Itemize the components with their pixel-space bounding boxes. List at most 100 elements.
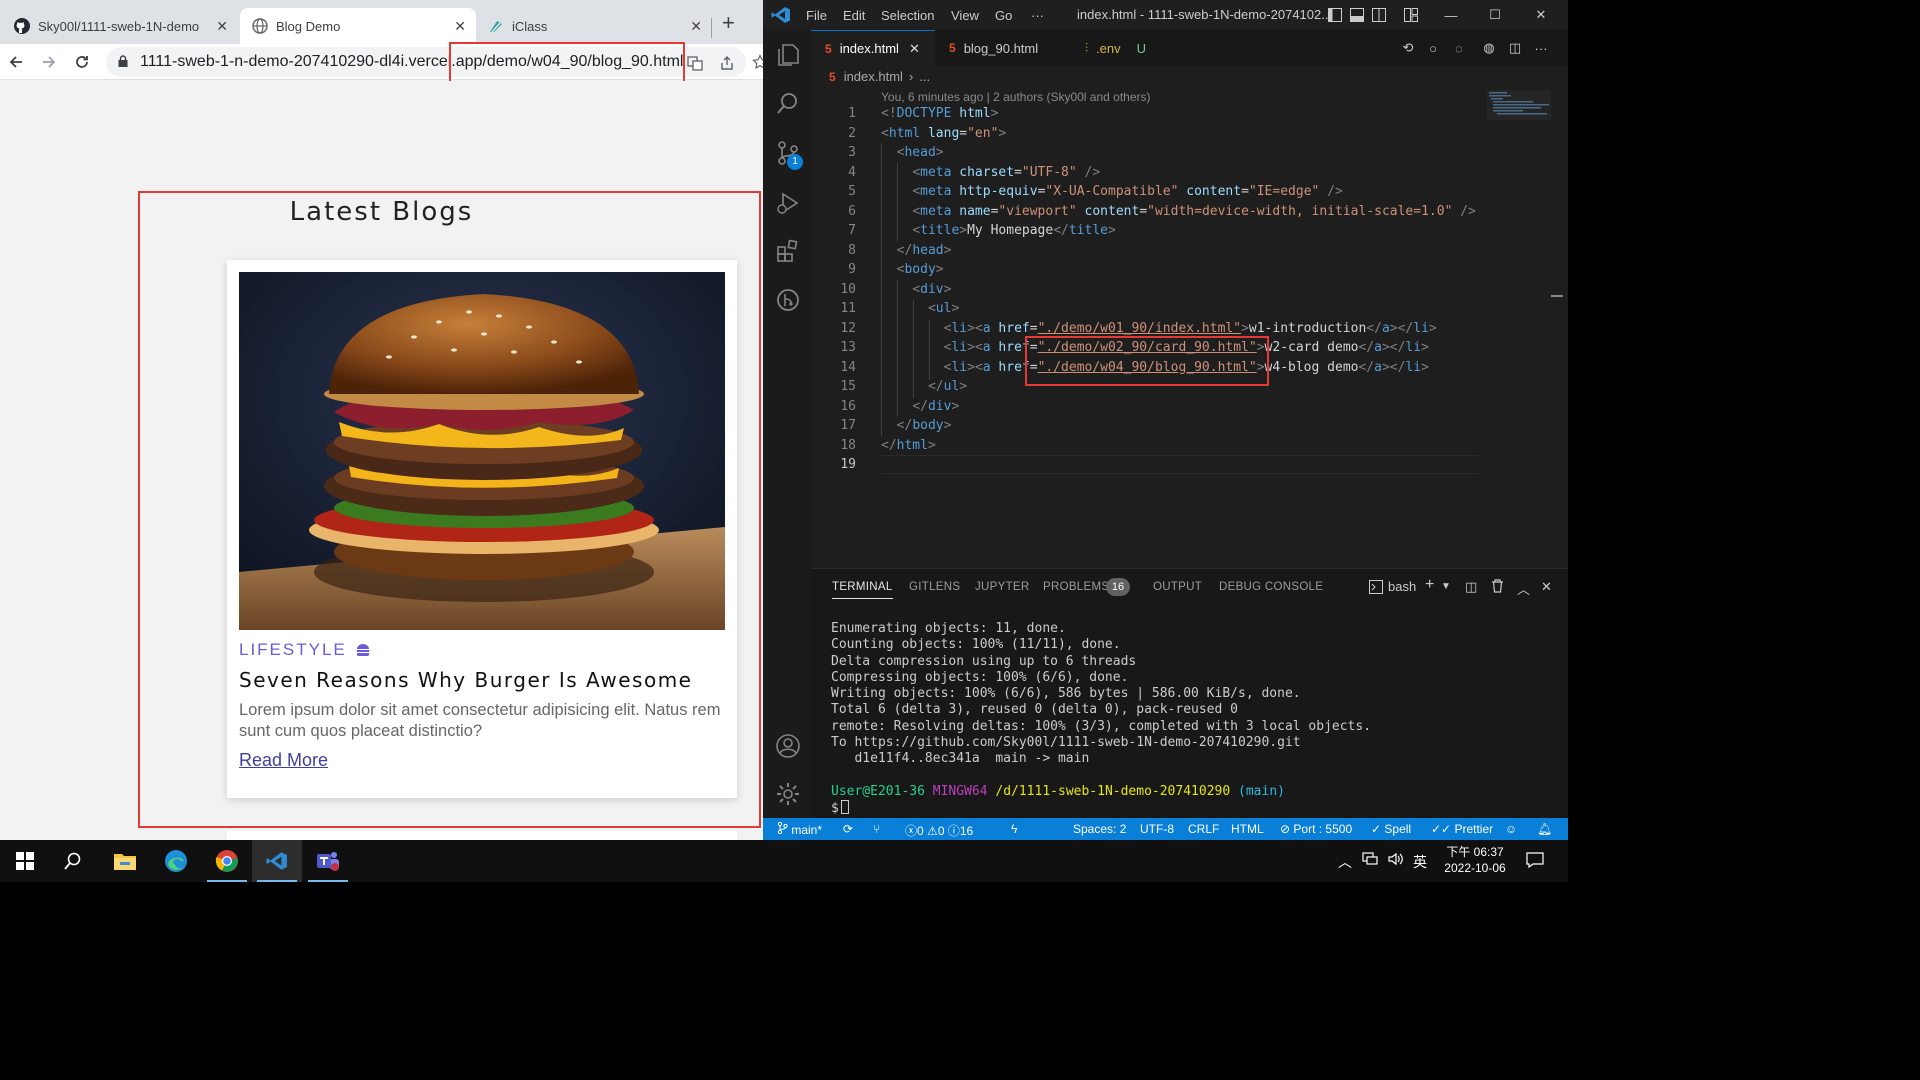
close-panel-icon[interactable]: ✕ [1541,579,1552,595]
breadcrumb-more[interactable]: ... [919,69,930,84]
tab-index-html[interactable]: 5 index.html ✕ [811,30,935,66]
split-terminal-icon[interactable]: ◫ [1465,579,1477,595]
live-server-status[interactable]: ⊘ Port : 5500 [1280,822,1352,836]
account-icon[interactable] [775,733,801,759]
settings-gear-icon[interactable] [775,781,801,807]
sync-icon[interactable]: ⟳ [843,822,853,836]
eol-status[interactable]: CRLF [1188,822,1219,836]
panel-tab-gitlens[interactable]: GITLENS [909,581,960,593]
customize-layout-icon[interactable] [1403,7,1419,23]
menu-view[interactable]: View [951,8,979,23]
show-hidden-icons[interactable]: ︿ [1338,852,1352,872]
reload-icon[interactable] [70,50,94,74]
browser-tab-github[interactable]: Sky00l/1111-sweb-1N-demo ✕ [2,8,238,44]
search-icon[interactable] [48,840,98,882]
lightning-icon[interactable]: ϟ [1011,822,1017,836]
share-icon[interactable] [718,54,736,72]
extensions-icon[interactable] [775,238,801,264]
panel-tab-problems[interactable]: PROBLEMS [1043,581,1109,593]
back-icon[interactable] [4,50,28,74]
code-annotation-box [1025,336,1269,386]
close-icon[interactable]: ✕ [690,18,702,35]
bookmark-star-icon[interactable] [748,50,763,74]
panel-tab-debug-console[interactable]: DEBUG CONSOLE [1219,581,1323,593]
toggle-sidebar-icon[interactable] [1327,7,1343,23]
tab-env[interactable]: ⫶ .env U [1071,30,1181,66]
translate-icon[interactable] [686,54,704,72]
chevron-down-icon[interactable]: ▼ [1441,581,1451,592]
panel-tab-jupyter[interactable]: JUPYTER [975,581,1030,593]
notification-center-icon[interactable] [1526,852,1544,871]
codelens-blame[interactable]: You, 6 minutes ago | 2 authors (Sky00l a… [881,90,1151,104]
gitlens-icon[interactable] [775,287,801,313]
panel-tab-output[interactable]: OUTPUT [1153,581,1202,593]
browser-tab-iclass[interactable]: iClass ✕ [476,8,712,44]
minimap[interactable] [1487,90,1551,120]
terminal-line: To https://github.com/Sky00l/1111-sweb-1… [831,735,1301,751]
volume-icon[interactable] [1388,852,1404,869]
spell-status[interactable]: ✓ Spell [1371,822,1411,836]
maximize-icon[interactable]: ☐ [1487,7,1503,23]
menu-edit[interactable]: Edit [843,8,865,23]
search-icon[interactable] [775,90,801,116]
terminal-selector[interactable]: bash [1369,579,1416,594]
read-more-link[interactable]: Read More [239,750,328,771]
more-actions-icon[interactable]: ··· [1533,40,1549,56]
gitlens-status-icon[interactable]: ⑂ [873,822,880,836]
start-icon[interactable] [0,840,50,882]
terminal-icon [1369,579,1383,594]
run-debug-icon[interactable] [775,190,801,216]
teams-icon[interactable] [303,840,353,882]
problems-status[interactable]: ⓧ0 ⚠0 ⓘ16 [905,822,973,839]
menu-selection[interactable]: Selection [881,8,934,23]
edge-icon[interactable] [151,840,201,882]
code-line: <!DOCTYPE html> [881,106,999,121]
menu-more[interactable]: ··· [1031,8,1044,23]
input-method-indicator[interactable]: 英 [1413,852,1427,872]
panel-tab-terminal[interactable]: TERMINAL [832,581,893,599]
notifications-bell-icon[interactable]: 🔔︎ [1537,822,1552,836]
close-window-icon[interactable]: ✕ [1533,7,1549,23]
code-editor[interactable]: 1 <!DOCTYPE html> 2 <html lang="en"> 3 <he… [811,104,1551,474]
open-preview-icon[interactable]: ◍ [1481,40,1497,56]
minimize-icon[interactable]: — [1443,7,1459,23]
forward-icon[interactable] [37,50,61,74]
close-icon[interactable]: ✕ [216,18,228,35]
next-change-icon[interactable]: ◌ [1451,40,1467,56]
toggle-panel-icon[interactable] [1349,7,1365,23]
env-file-icon: ⫶ [1085,40,1089,55]
file-explorer-icon[interactable] [100,840,150,882]
terminal-output[interactable]: Enumerating objects: 11, done. Counting o… [831,621,1371,818]
maximize-panel-icon[interactable]: ︿ [1517,579,1530,598]
browser-tab-blog-demo[interactable]: Blog Demo ✕ [240,8,476,44]
close-icon[interactable]: ✕ [454,18,466,35]
feedback-icon[interactable]: ☺ [1505,822,1517,836]
vscode-icon[interactable] [252,840,302,882]
menu-file[interactable]: File [806,8,827,23]
explorer-icon[interactable] [775,42,801,68]
terminal-input-line[interactable]: $ [831,800,1371,817]
open-changes-icon[interactable]: ⟲ [1400,40,1416,56]
breadcrumb-file[interactable]: index.html [844,69,903,84]
new-terminal-icon[interactable]: + [1425,576,1434,594]
toggle-secondary-sidebar-icon[interactable] [1371,7,1387,23]
menu-go[interactable]: Go [995,8,1012,23]
terminal-line: Compressing objects: 100% (6/6), done. [831,669,1129,685]
new-tab-button[interactable]: + [722,12,735,34]
split-editor-icon[interactable]: ◫ [1507,40,1523,56]
code-line: </ul> [927,379,968,394]
category-label: LIFESTYLE [239,640,347,659]
network-icon[interactable] [1362,852,1378,869]
encoding-status[interactable]: UTF-8 [1140,822,1174,836]
language-status[interactable]: HTML [1231,822,1264,836]
prettier-status[interactable]: ✓✓ Prettier [1431,822,1493,836]
git-branch-status[interactable]: main* [777,821,822,837]
system-clock[interactable]: 下午 06:37 2022-10-06 [1432,844,1518,876]
chrome-icon[interactable] [202,840,252,882]
editor-tabs: 5 index.html ✕ 5 blog_90.html ⫶ .env U ⟲… [811,30,1568,66]
indentation-status[interactable]: Spaces: 2 [1073,822,1126,836]
trash-icon[interactable] [1491,579,1504,593]
close-icon[interactable]: ✕ [909,41,920,57]
tab-blog-90-html[interactable]: 5 blog_90.html [935,30,1071,66]
previous-change-icon[interactable]: ○ [1425,40,1441,56]
